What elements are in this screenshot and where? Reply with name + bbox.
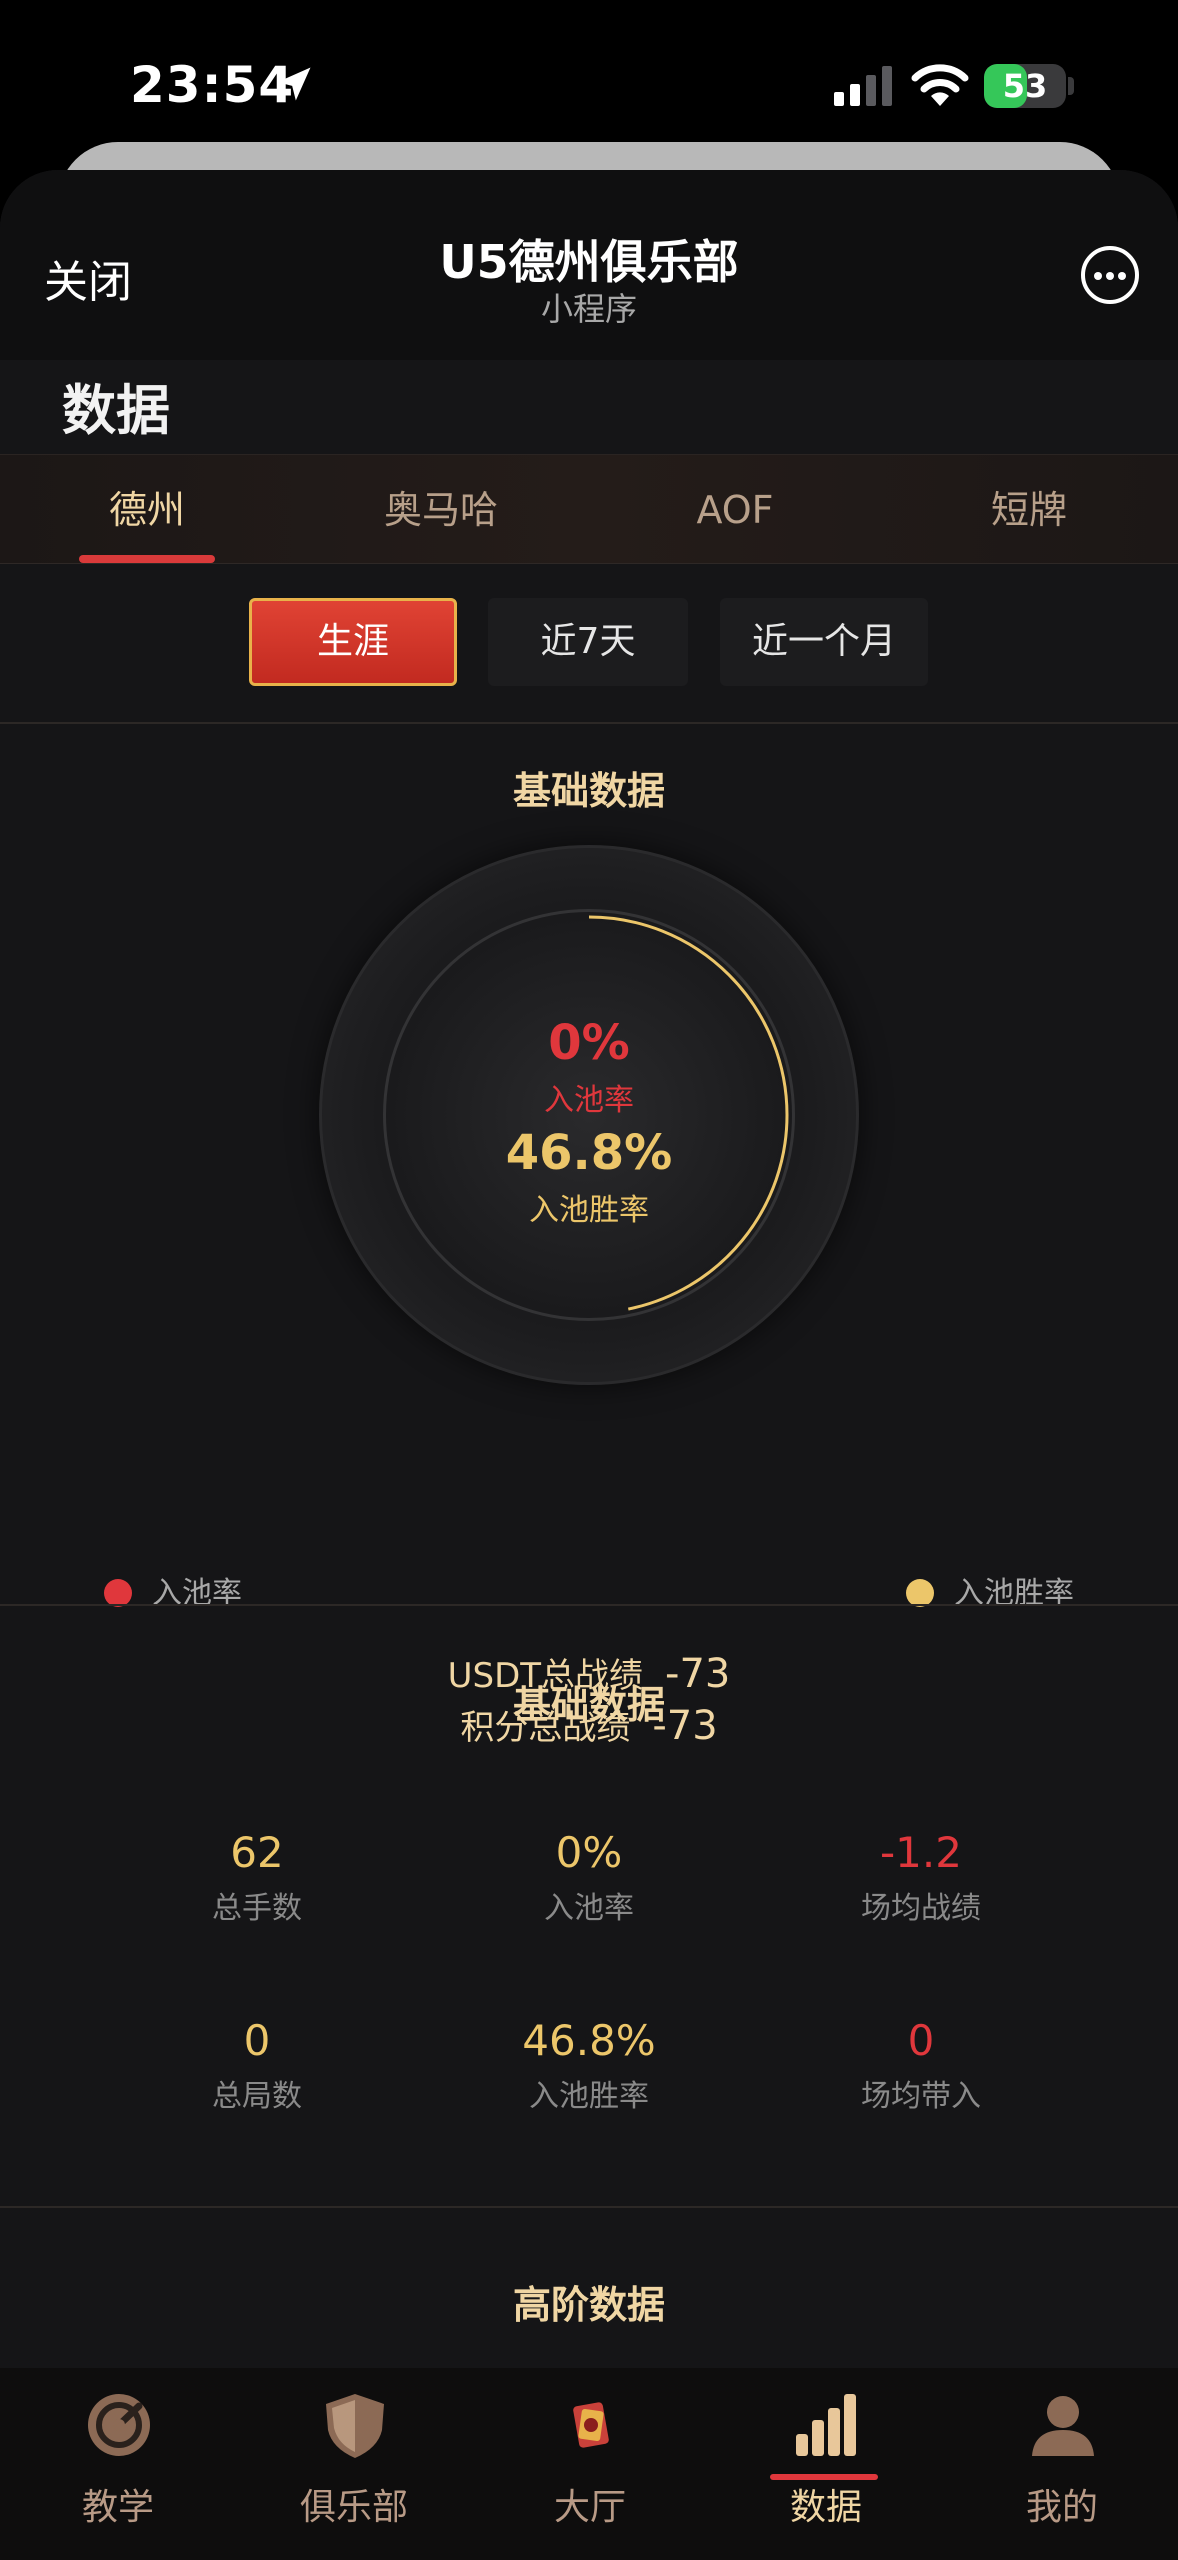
legend-vpip: 入池率 xyxy=(104,1574,242,1614)
tab-texas[interactable]: 德州 xyxy=(0,455,294,565)
stat-total-hands-value: 62 xyxy=(230,1828,284,1877)
tabbar-item-mine[interactable]: 我的 xyxy=(944,2368,1178,2560)
stat-vpip: 0% 入池率 xyxy=(424,1828,754,1927)
stat-win-rate-value: 46.8% xyxy=(522,2016,656,2065)
period-month-button[interactable]: 近一个月 xyxy=(720,598,928,686)
section-divider xyxy=(0,2206,1178,2208)
tabbar-item-teaching[interactable]: 教学 xyxy=(0,2368,236,2560)
section-title-stats: 基础数据 xyxy=(512,1683,665,1727)
battery-text: 53 xyxy=(1002,67,1048,105)
vpip-label: 入池率 xyxy=(544,1083,634,1118)
app-title: U5德州俱乐部 xyxy=(439,235,739,289)
cellular-signal-icon xyxy=(834,66,892,106)
period-career-button[interactable]: 生涯 xyxy=(249,598,457,686)
tab-short-deck[interactable]: 短牌 xyxy=(882,455,1176,565)
nav-bar: 关闭 U5德州俱乐部 小程序 xyxy=(0,170,1178,360)
active-tabbar-indicator xyxy=(770,2474,878,2480)
legend-dot-red-icon xyxy=(104,1578,132,1607)
battery-tip xyxy=(1068,77,1074,95)
bar-chart-icon xyxy=(796,2394,856,2456)
win-rate-label: 入池胜率 xyxy=(529,1193,649,1228)
tabbar-label-hall: 大厅 xyxy=(553,2487,626,2528)
shield-icon xyxy=(326,2394,384,2458)
stat-total-hands-label: 总手数 xyxy=(212,1891,302,1926)
stat-avg-buyin: 0 场均带入 xyxy=(756,2016,1086,2115)
more-options-button[interactable] xyxy=(1081,246,1139,304)
stat-vpip-value: 0% xyxy=(555,1828,623,1877)
legend-win-rate: 入池胜率 xyxy=(906,1574,1074,1614)
game-tabs: 德州 奥马哈 AOF 短牌 xyxy=(0,454,1178,564)
battery-icon: 53 xyxy=(984,64,1066,108)
vpip-ring-gauge: 0% 入池率 46.8% 入池胜率 xyxy=(319,845,859,1385)
stat-avg-result-value: -1.2 xyxy=(880,1828,962,1877)
tabbar-label-teaching: 教学 xyxy=(81,2487,154,2528)
more-dot-icon xyxy=(1106,272,1114,280)
gauge-icon xyxy=(88,2394,150,2456)
status-time: 23:54 xyxy=(130,56,295,114)
section-divider xyxy=(0,1604,1178,1606)
hall-icon xyxy=(573,2402,609,2448)
page-title: 数据 xyxy=(62,379,170,442)
stat-avg-buyin-value: 0 xyxy=(907,2016,935,2065)
tabbar-label-mine: 我的 xyxy=(1025,2487,1098,2528)
stat-total-games: 0 总局数 xyxy=(92,2016,422,2115)
more-dot-icon xyxy=(1094,272,1102,280)
stat-avg-result: -1.2 场均战绩 xyxy=(756,1828,1086,1927)
tab-aof[interactable]: AOF xyxy=(588,455,882,565)
more-dot-icon xyxy=(1118,272,1126,280)
stat-total-games-value: 0 xyxy=(243,2016,271,2065)
stat-win-rate-label: 入池胜率 xyxy=(529,2079,649,2114)
app-subtitle: 小程序 xyxy=(540,290,637,328)
win-rate-value: 46.8% xyxy=(505,1125,673,1181)
tabbar-item-data[interactable]: 数据 xyxy=(708,2368,944,2560)
section-divider xyxy=(0,722,1178,724)
tabbar-label-data: 数据 xyxy=(789,2487,862,2528)
location-arrow-icon xyxy=(277,67,311,101)
tab-omaha[interactable]: 奥马哈 xyxy=(294,455,588,565)
stat-vpip-label: 入池率 xyxy=(544,1891,634,1926)
section-title-basic: 基础数据 xyxy=(512,769,665,813)
stat-total-hands: 62 总手数 xyxy=(92,1828,422,1927)
active-tab-indicator xyxy=(79,555,215,563)
legend-dot-yellow-icon xyxy=(906,1578,934,1607)
bottom-tab-bar: 教学 俱乐部 大厅 数据 我的 xyxy=(0,2368,1178,2560)
mini-program-sheet: 关闭 U5德州俱乐部 小程序 数据 德州 奥马哈 AOF 短牌 生涯 近7天 近… xyxy=(0,170,1178,2560)
stat-avg-buyin-label: 场均带入 xyxy=(861,2079,981,2114)
period-filter: 生涯 近7天 近一个月 xyxy=(0,598,1178,686)
tabbar-item-hall[interactable]: 大厅 xyxy=(472,2368,708,2560)
section-title-advanced: 高阶数据 xyxy=(512,2283,665,2327)
stat-avg-result-label: 场均战绩 xyxy=(861,1891,981,1926)
stat-total-games-label: 总局数 xyxy=(212,2079,302,2114)
period-7days-button[interactable]: 近7天 xyxy=(488,598,688,686)
status-bar: 23:54 53 xyxy=(0,0,1178,150)
tabbar-item-club[interactable]: 俱乐部 xyxy=(236,2368,472,2560)
wifi-icon xyxy=(911,64,969,106)
vpip-value: 0% xyxy=(548,1015,630,1071)
tabbar-label-club: 俱乐部 xyxy=(299,2487,408,2528)
user-icon xyxy=(1032,2396,1094,2456)
stat-win-rate: 46.8% 入池胜率 xyxy=(424,2016,754,2115)
